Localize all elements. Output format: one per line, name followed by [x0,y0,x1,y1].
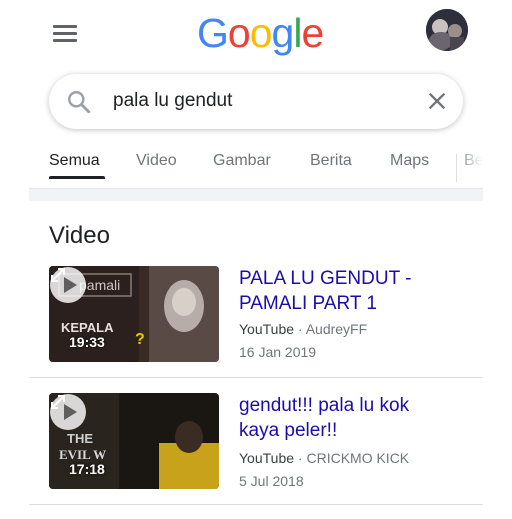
video-result: THE EVIL W 17:18 gendut!!! pala lu kok k… [29,393,483,519]
separator-dot: · [297,450,303,466]
result-title-link[interactable]: gendut!!! pala lu kok kaya peler!! [239,393,439,443]
channel-name: CRICKMO KICK [306,450,410,466]
video-thumbnail[interactable]: THE EVIL W 17:18 [49,393,219,489]
thumb-text: KEPALA [61,320,114,335]
active-tab-indicator [49,176,105,179]
source-name: YouTube [239,450,295,466]
section-divider [29,188,483,201]
logo-letter: G [197,10,229,56]
video-result: pamali KEPALA ? 19:33 PALA LU GENDUT - P… [29,266,483,392]
google-logo[interactable]: Google [197,10,324,56]
video-thumbnail[interactable]: pamali KEPALA ? 19:33 [49,266,219,362]
thumb-text: THE [67,431,93,446]
source-name: YouTube [239,321,295,337]
section-title: Video [49,222,110,249]
svg-text:?: ? [135,331,145,348]
tab-video[interactable]: Video [136,152,177,170]
logo-letter: e [301,10,324,56]
avatar[interactable] [426,9,468,51]
tab-news[interactable]: Berita [310,152,352,170]
search-bar [49,74,463,129]
clear-icon[interactable] [426,90,448,112]
logo-letter: g [271,10,295,56]
result-source: YouTube · AudreyFF [239,321,367,337]
tabs-fade [455,140,483,182]
thumb-text: EVIL W [59,447,106,462]
separator-dot: · [297,321,303,337]
result-date: 16 Jan 2019 [239,344,317,360]
video-duration: 17:18 [69,461,105,477]
menu-icon[interactable] [53,25,79,43]
app-frame: Google Semua Video Gambar Berita Maps Be [29,0,483,512]
logo-letter: o [249,10,273,56]
search-icon[interactable] [66,89,92,115]
search-input[interactable] [113,86,413,116]
channel-name: AudreyFF [305,321,368,337]
result-title-link[interactable]: PALA LU GENDUT - PAMALI PART 1 [239,266,439,316]
result-date: 5 Jul 2018 [239,473,304,489]
expand-icon[interactable] [49,266,67,284]
top-bar: Google [29,0,483,66]
search-tabs: Semua Video Gambar Berita Maps Be [29,140,483,182]
logo-letter: o [227,10,251,56]
tab-images[interactable]: Gambar [213,152,271,170]
tab-maps[interactable]: Maps [390,152,429,170]
expand-icon[interactable] [49,393,67,411]
row-separator [29,377,483,378]
row-separator [29,504,483,505]
result-source: YouTube · CRICKMO KICK [239,450,409,466]
video-duration: 19:33 [69,334,105,350]
tab-all[interactable]: Semua [49,152,100,170]
